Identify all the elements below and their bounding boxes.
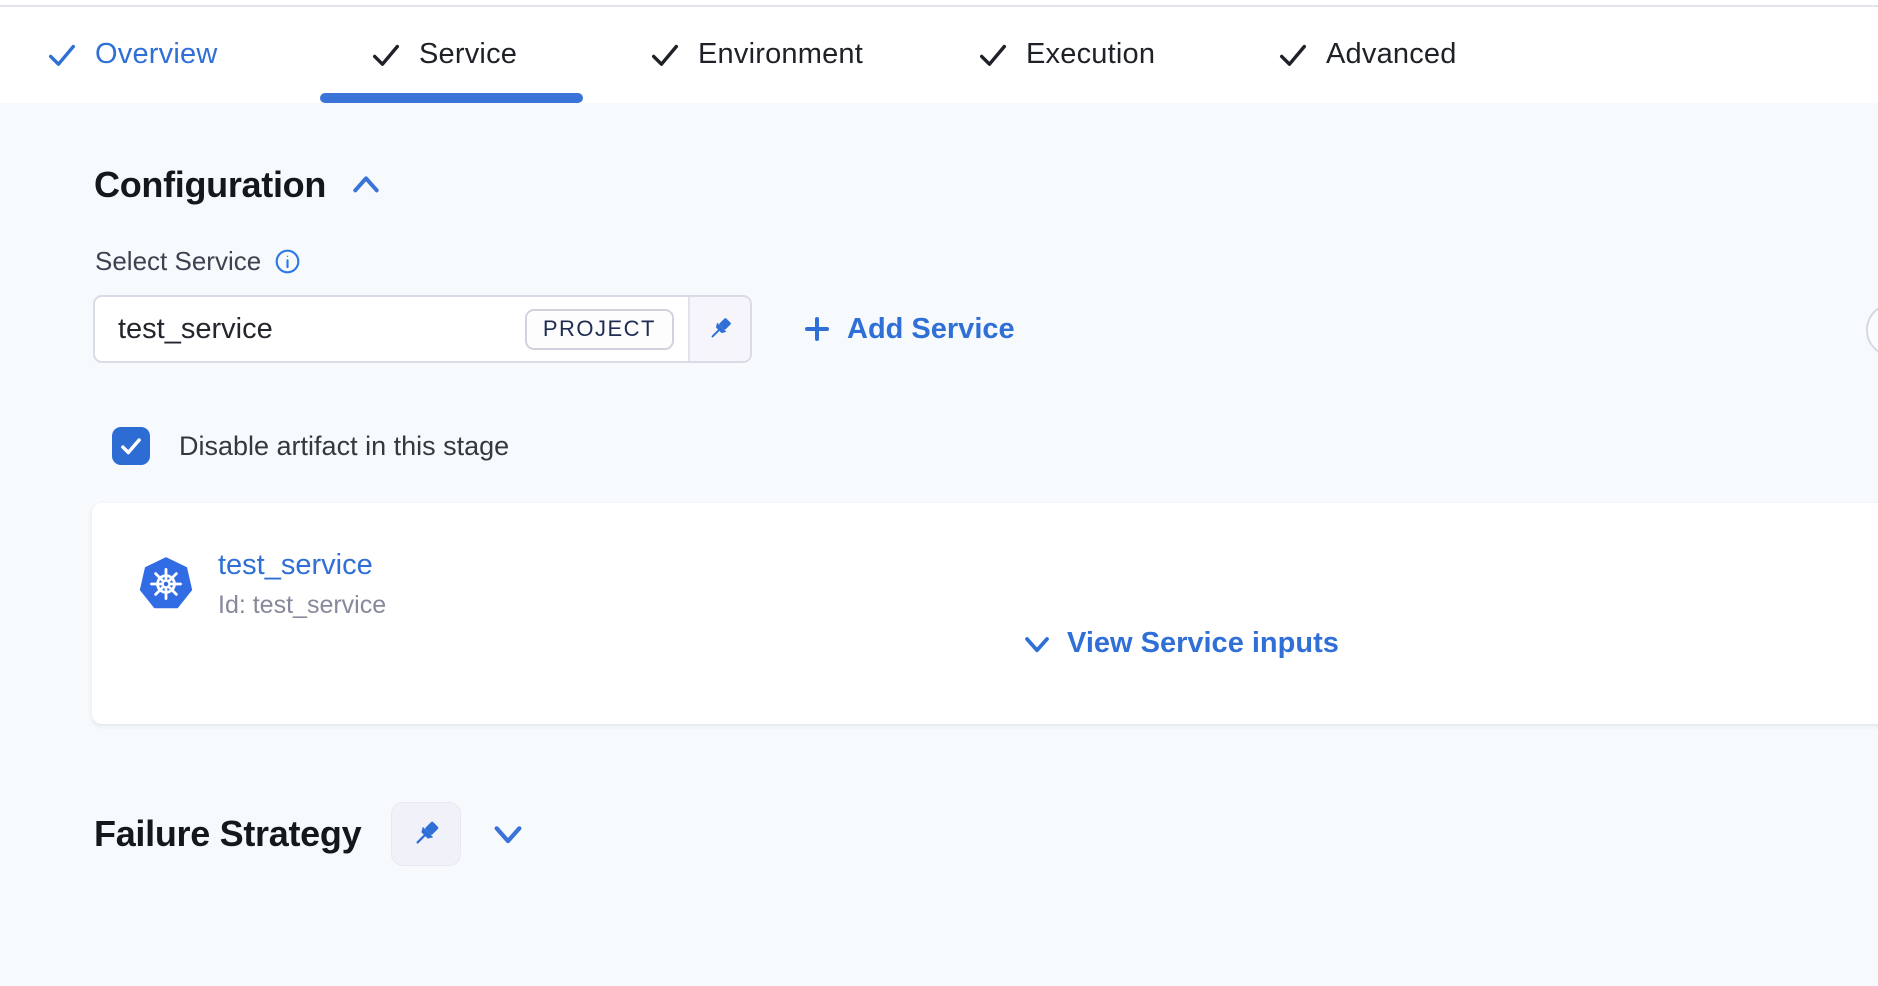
service-select-input[interactable]: test_service PROJECT bbox=[95, 297, 688, 361]
check-icon bbox=[369, 38, 403, 72]
select-service-row: Select Service bbox=[95, 246, 301, 277]
tab-label: Advanced bbox=[1326, 38, 1457, 71]
check-icon bbox=[1276, 38, 1310, 72]
collapse-section-button[interactable] bbox=[350, 173, 382, 197]
tab-overview[interactable]: Overview bbox=[45, 6, 217, 103]
edge-floating-button[interactable] bbox=[1866, 303, 1878, 357]
stage-tabbar: Overview Service Environment Execution A… bbox=[0, 0, 1878, 103]
failure-strategy-pin-button[interactable] bbox=[391, 802, 461, 866]
configuration-heading: Configuration bbox=[94, 164, 326, 206]
kubernetes-icon bbox=[138, 555, 194, 613]
check-icon bbox=[976, 38, 1010, 72]
add-service-label: Add Service bbox=[847, 313, 1015, 346]
stage-configuration-page: Overview Service Environment Execution A… bbox=[0, 0, 1878, 986]
check-icon bbox=[118, 433, 144, 459]
add-service-button[interactable]: Add Service bbox=[802, 295, 1015, 363]
check-icon bbox=[648, 38, 682, 72]
service-name-link[interactable]: test_service bbox=[218, 549, 373, 582]
tab-service[interactable]: Service bbox=[369, 6, 517, 103]
plus-icon bbox=[802, 314, 832, 344]
service-select-input-group: test_service PROJECT bbox=[93, 295, 752, 363]
pushpin-icon bbox=[409, 817, 443, 851]
view-service-inputs-label: View Service inputs bbox=[1067, 627, 1339, 660]
failure-strategy-expand-button[interactable] bbox=[491, 821, 525, 847]
chevron-down-icon bbox=[1022, 631, 1052, 657]
check-icon bbox=[45, 38, 79, 72]
service-id-text: Id: test_service bbox=[218, 591, 386, 620]
tab-advanced[interactable]: Advanced bbox=[1276, 6, 1457, 103]
service-card: test_service Id: test_service View Servi… bbox=[92, 503, 1878, 724]
chevron-up-icon bbox=[350, 173, 382, 197]
tab-environment[interactable]: Environment bbox=[648, 6, 863, 103]
input-type-pin-button[interactable] bbox=[688, 297, 750, 361]
disable-artifact-checkbox-row[interactable]: Disable artifact in this stage bbox=[112, 427, 509, 465]
service-input-value: test_service bbox=[118, 313, 525, 346]
tabbar-top-divider bbox=[0, 5, 1878, 7]
tab-label: Service bbox=[419, 38, 517, 71]
active-tab-indicator bbox=[320, 93, 583, 103]
info-circle-icon[interactable] bbox=[274, 248, 301, 275]
configuration-section-header: Configuration bbox=[94, 164, 382, 206]
tab-label: Overview bbox=[95, 38, 217, 71]
failure-strategy-section: Failure Strategy bbox=[94, 802, 525, 866]
view-service-inputs-button[interactable]: View Service inputs bbox=[1022, 627, 1339, 660]
pushpin-icon bbox=[705, 314, 735, 344]
select-service-label: Select Service bbox=[95, 246, 261, 277]
chevron-down-icon bbox=[491, 821, 525, 847]
scope-badge: PROJECT bbox=[525, 309, 674, 350]
tab-label: Execution bbox=[1026, 38, 1155, 71]
tab-execution[interactable]: Execution bbox=[976, 6, 1155, 103]
disable-artifact-label: Disable artifact in this stage bbox=[179, 431, 509, 462]
tab-label: Environment bbox=[698, 38, 863, 71]
failure-strategy-heading: Failure Strategy bbox=[94, 813, 361, 855]
disable-artifact-checkbox[interactable] bbox=[112, 427, 150, 465]
